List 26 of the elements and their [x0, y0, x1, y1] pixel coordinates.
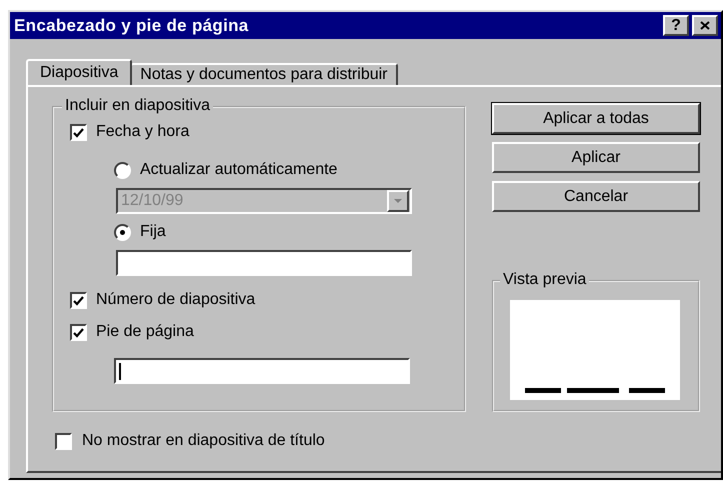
- radio-label: Actualizar automáticamente: [140, 161, 338, 179]
- text-field[interactable]: [114, 358, 410, 384]
- radio-button[interactable]: [114, 162, 131, 178]
- checkbox[interactable]: [70, 292, 87, 308]
- checkbox-label: Fecha y hora: [96, 123, 190, 141]
- dialog-button[interactable]: Aplicar: [492, 142, 700, 173]
- window-title: Encabezado y pie de página: [14, 16, 250, 36]
- tab[interactable]: Diapositiva: [26, 59, 132, 85]
- dialog-button[interactable]: Aplicar a todas: [492, 103, 700, 134]
- tab[interactable]: Notas y documentos para distribuir: [130, 63, 398, 85]
- checkbox[interactable]: [70, 124, 87, 140]
- checkbox-label: Número de diapositiva: [96, 291, 256, 309]
- dialog-button[interactable]: Cancelar: [492, 181, 700, 212]
- help-button[interactable]: ?: [663, 15, 689, 36]
- preview-title: Vista previa: [500, 271, 590, 289]
- group-title: Incluir en diapositiva: [62, 97, 213, 115]
- checkbox-label: Pie de página: [96, 323, 194, 341]
- text-field[interactable]: [116, 250, 412, 276]
- dropdown-value: 12/10/99: [121, 192, 184, 210]
- checkbox-label: No mostrar en diapositiva de título: [82, 432, 325, 450]
- checkbox[interactable]: [70, 324, 87, 340]
- checkbox[interactable]: [55, 432, 72, 450]
- close-icon: [700, 21, 710, 30]
- radio-button[interactable]: [114, 224, 131, 240]
- radio-label: Fija: [140, 223, 166, 241]
- close-button[interactable]: [692, 15, 718, 36]
